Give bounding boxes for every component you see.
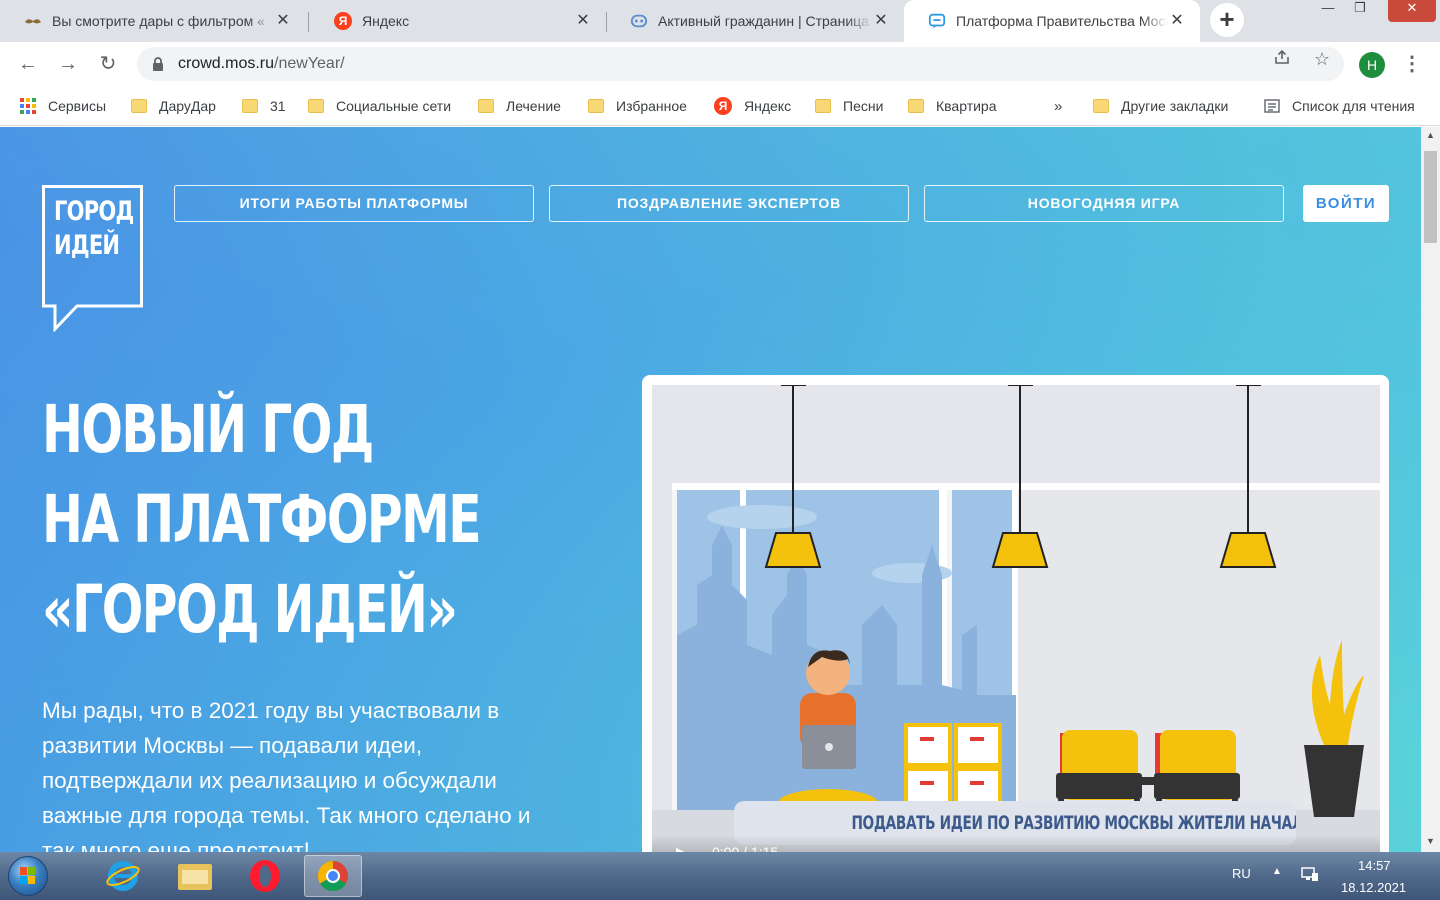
bookmark-darudar[interactable]: ДаруДар [131,96,216,116]
folder-icon [1093,99,1109,113]
login-button[interactable]: ВОЙТИ [1303,185,1389,222]
bookmark-other[interactable]: Другие закладки [1093,96,1228,116]
yandex-icon: Я [334,12,352,30]
bookmark-label: Другие закладки [1121,98,1229,114]
url-text: crowd.mos.ru/newYear/ [178,55,345,72]
logo-text: ГОРОД ИДЕЙ [54,196,134,261]
star-bookmark-icon[interactable]: ☆ [1311,48,1333,70]
tab-yandex[interactable]: Я Яндекс ✕ [310,0,606,42]
folder-icon [242,99,258,113]
play-icon[interactable]: ▶ [676,843,688,852]
nav-platform-results-button[interactable]: ИТОГИ РАБОТЫ ПЛАТФОРМЫ [174,185,534,222]
tab-title: Вы смотрите дары с фильтром « [52,13,265,29]
address-bar[interactable]: crowd.mos.ru/newYear/ [137,47,1344,81]
network-icon[interactable] [1300,864,1320,887]
folder-icon [131,99,147,113]
tab-darudar[interactable]: Вы смотрите дары с фильтром « ✕ [0,0,306,42]
reload-icon[interactable]: ↻ [94,50,122,78]
close-icon[interactable]: ✕ [274,12,292,30]
page-viewport: ГОРОД ИДЕЙ ИТОГИ РАБОТЫ ПЛАТФОРМЫ ПОЗДРА… [0,127,1421,852]
share-icon[interactable] [1271,48,1293,70]
tab-title: Яндекс [362,13,410,29]
chat-bubble-favicon-icon [928,12,946,30]
close-icon[interactable]: ✕ [574,12,592,30]
nav-expert-greetings-button[interactable]: ПОЗДРАВЛЕНИЕ ЭКСПЕРТОВ [549,185,909,222]
windows-taskbar: RU ▲ 14:57 18.12.2021 [0,852,1440,900]
bookmark-favorites[interactable]: Избранное [588,96,687,116]
language-indicator[interactable]: RU [1232,866,1251,881]
bookmark-health[interactable]: Лечение [478,96,561,116]
bookmark-31[interactable]: 31 [242,96,286,116]
clock-date[interactable]: 18.12.2021 [1341,880,1406,895]
file-explorer-icon[interactable] [166,855,224,897]
internet-explorer-icon[interactable] [94,855,152,897]
bookmark-label: Социальные сети [336,98,452,114]
bookmark-label: Избранное [616,98,687,114]
nav-new-year-game-button[interactable]: НОВОГОДНЯЯ ИГРА [924,185,1284,222]
tray-expand-icon[interactable]: ▲ [1272,866,1282,877]
maximize-icon[interactable]: ❐ [1338,0,1382,22]
start-button[interactable] [8,856,48,896]
lock-icon [151,56,165,72]
tab-separator [308,12,309,32]
tab-title: Платформа Правительства Моск [956,13,1168,29]
opera-icon[interactable] [236,855,294,897]
bookmark-songs[interactable]: Песни [815,96,883,116]
apps-icon [20,98,36,114]
bookmark-label: Квартира [936,98,997,114]
folder-icon [478,99,494,113]
bookmark-label: 31 [270,98,286,114]
office-illustration [652,385,1380,852]
bookmarks-overflow-button[interactable]: » [1054,96,1062,116]
tab-active-citizen[interactable]: Активный гражданин | Страница ✕ [606,0,904,42]
reading-list-icon [1264,98,1280,114]
tab-platform-active[interactable]: Платформа Правительства Моск ✕ [904,0,1200,42]
scroll-thumb[interactable] [1424,151,1437,243]
scroll-down-icon[interactable]: ▼ [1421,833,1440,850]
new-tab-button[interactable]: + [1210,3,1244,37]
folder-icon [588,99,604,113]
hero-description: Мы рады, что в 2021 году вы участвовали … [42,698,531,852]
chrome-icon[interactable] [304,855,362,897]
tab-title: Активный гражданин | Страница [658,13,869,29]
reading-list-button[interactable]: Список для чтения [1264,96,1415,116]
video-time: 0:00 / 1:15 [712,844,779,852]
bookmark-services[interactable]: Сервисы [20,96,106,116]
bookmark-label: ДаруДар [159,98,216,114]
bookmark-label: Яндекс [744,98,792,114]
bookmarks-bar: Сервисы ДаруДар 31 Социальные сети Лечен… [0,86,1440,126]
close-icon[interactable]: ✕ [1168,12,1186,30]
robot-favicon-icon [630,12,648,30]
close-window-icon[interactable]: ✕ [1388,0,1436,22]
bookmark-social[interactable]: Социальные сети [308,96,451,116]
profile-avatar[interactable]: Н [1359,52,1385,78]
page-scrollbar[interactable]: ▲ ▼ [1421,127,1440,852]
hero-title: НОВЫЙ ГОД НА ПЛАТФОРМЕ «ГОРОД ИДЕЙ» [42,391,482,648]
bookmark-label: Список для чтения [1292,98,1415,114]
clock-time[interactable]: 14:57 [1358,858,1391,873]
bookmark-apartment[interactable]: Квартира [908,96,997,116]
mustache-favicon-icon [24,12,42,30]
tab-strip: Вы смотрите дары с фильтром « ✕ Я Яндекс… [0,0,1440,42]
scroll-up-icon[interactable]: ▲ [1421,127,1440,144]
bookmark-label: Лечение [506,98,561,114]
forward-arrow-icon[interactable]: → [54,50,82,78]
folder-icon [308,99,324,113]
close-icon[interactable]: ✕ [872,12,890,30]
yandex-icon: Я [714,97,732,115]
video-player[interactable] [652,385,1380,852]
bookmark-label: Сервисы [48,98,107,114]
folder-icon [908,99,924,113]
menu-dots-icon[interactable]: ⋮ [1402,52,1422,78]
bookmark-yandex[interactable]: Я Яндекс [714,96,791,116]
browser-toolbar: ← → ↻ crowd.mos.ru/newYear/ ☆ Н ⋮ [0,42,1440,86]
back-arrow-icon[interactable]: ← [14,50,42,78]
bookmark-label: Песни [843,98,884,114]
folder-icon [815,99,831,113]
